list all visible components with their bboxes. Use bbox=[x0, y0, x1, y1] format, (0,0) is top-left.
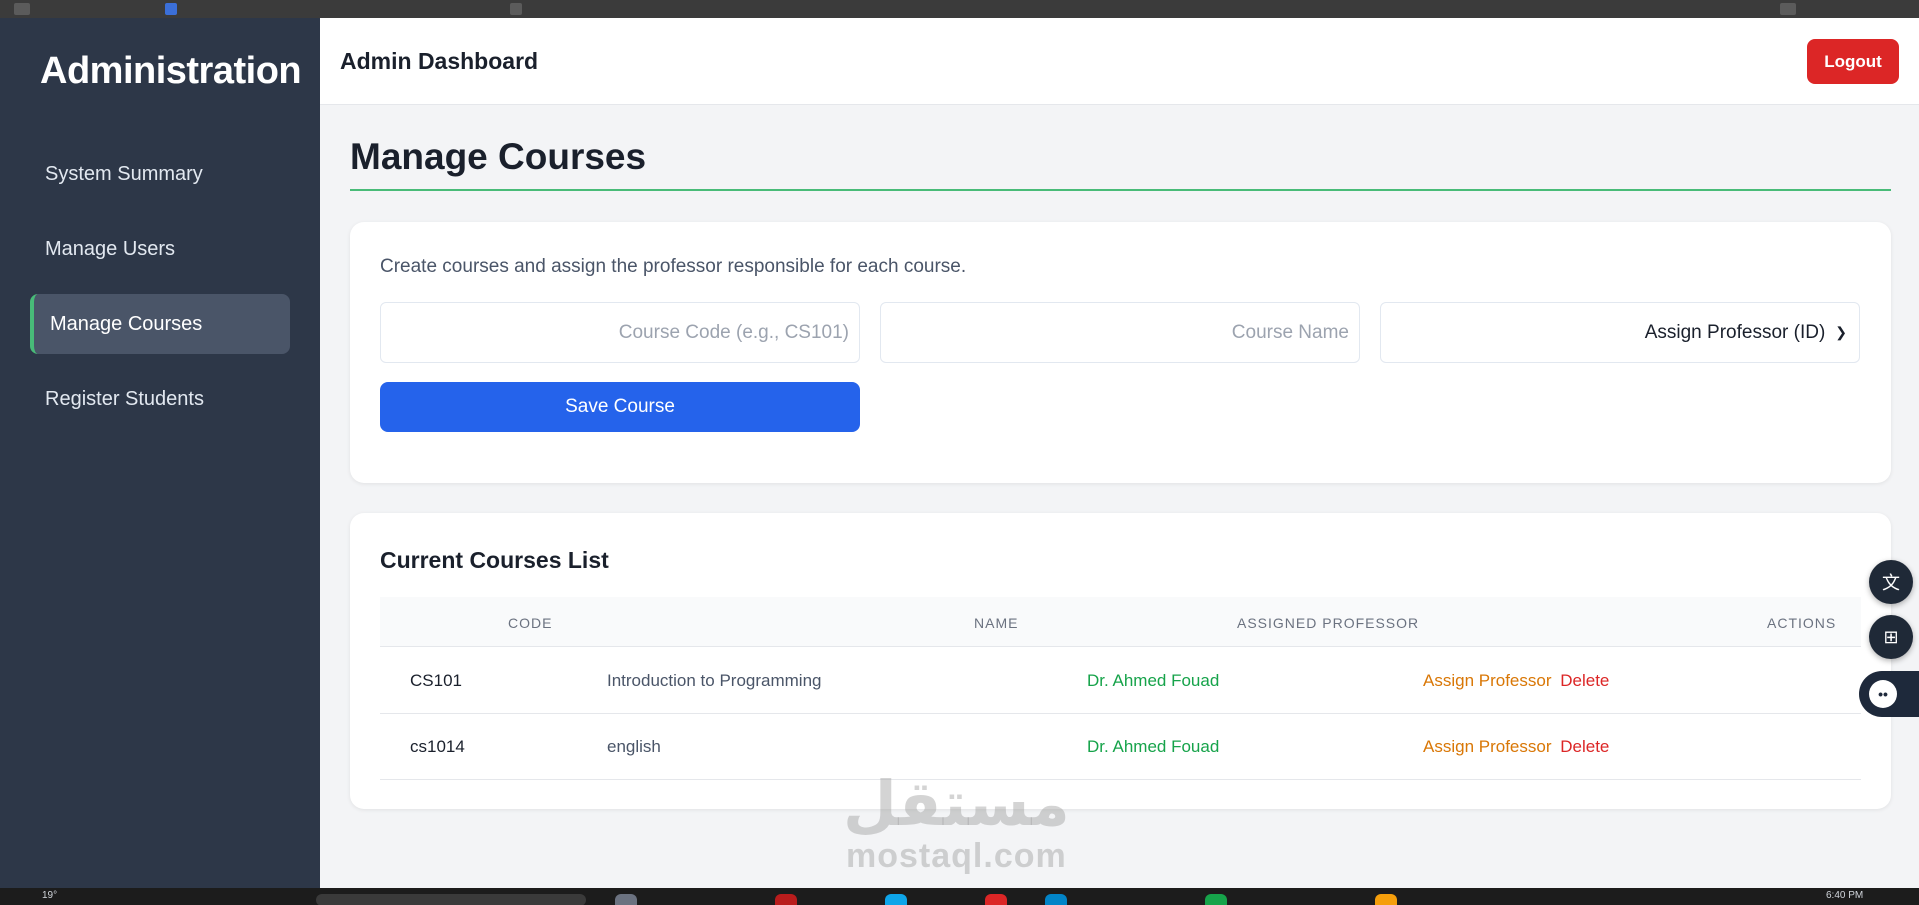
taskbar-search[interactable] bbox=[316, 894, 586, 905]
actions-cell: Assign Professor Delete bbox=[1423, 671, 1609, 691]
table-row: CS101 Introduction to Programming Dr. Ah… bbox=[380, 648, 1861, 714]
assign-professor-select-value: Assign Professor (ID) bbox=[1644, 321, 1826, 343]
sidebar-brand: Administration bbox=[40, 50, 302, 92]
taskbar-clock: 6:40 PM bbox=[1826, 890, 1864, 901]
watermark: مستقل mostaql.com bbox=[843, 767, 1070, 875]
assigned-professor-cell: Dr. Ahmed Fouad bbox=[1087, 671, 1220, 690]
courses-list-title: Current Courses List bbox=[380, 547, 609, 573]
taskbar-app-icon[interactable] bbox=[1045, 894, 1067, 905]
course-code-cell: CS101 bbox=[410, 671, 462, 690]
taskbar-app-icon[interactable] bbox=[775, 894, 797, 905]
table-row: cs1014 english Dr. Ahmed Fouad Assign Pr… bbox=[380, 714, 1861, 780]
taskbar-app-icon[interactable] bbox=[1205, 894, 1227, 905]
save-course-button[interactable]: Save Course bbox=[380, 382, 860, 432]
sidebar: Administration System Summary Manage Use… bbox=[0, 18, 320, 888]
logout-button[interactable]: Logout bbox=[1807, 39, 1899, 84]
form-description: Create courses and assign the professor … bbox=[380, 256, 967, 277]
column-header-assigned-professor: ASSIGNED PROFESSOR bbox=[1237, 615, 1420, 631]
sidebar-item-system-summary[interactable]: System Summary bbox=[30, 144, 290, 204]
apps-icon[interactable]: ⊞ bbox=[1869, 615, 1913, 659]
taskbar-app-icon[interactable] bbox=[1375, 894, 1397, 905]
course-code-cell: cs1014 bbox=[410, 737, 465, 756]
watermark-latin: mostaql.com bbox=[846, 837, 1067, 875]
courses-table-header: CODE NAME ASSIGNED PROFESSOR ACTIONS bbox=[380, 597, 1861, 647]
taskbar-app-icon[interactable] bbox=[615, 894, 637, 905]
course-name-cell: Introduction to Programming bbox=[607, 671, 822, 690]
browser-tab-strip bbox=[0, 0, 1919, 18]
taskbar-app-icon[interactable] bbox=[985, 894, 1007, 905]
taskbar: 19° 6:40 PM bbox=[0, 888, 1919, 905]
delete-course-link[interactable]: Delete bbox=[1560, 671, 1609, 690]
tab-favicon-icon[interactable] bbox=[165, 3, 177, 15]
page-title: Manage Courses bbox=[350, 136, 647, 177]
tab-icon[interactable] bbox=[510, 3, 522, 15]
sidebar-item-manage-users[interactable]: Manage Users bbox=[30, 219, 290, 279]
top-header: Admin Dashboard Logout bbox=[320, 18, 1919, 105]
taskbar-temperature: 19° bbox=[42, 890, 58, 901]
window-menu-icon[interactable] bbox=[14, 3, 30, 15]
extension-icon[interactable] bbox=[1780, 3, 1796, 15]
delete-course-link[interactable]: Delete bbox=[1560, 737, 1609, 756]
course-name-cell: english bbox=[607, 737, 661, 756]
assign-professor-link[interactable]: Assign Professor bbox=[1423, 671, 1552, 690]
assistant-face-icon: •• bbox=[1869, 680, 1897, 708]
header-title: Admin Dashboard bbox=[340, 48, 539, 74]
translate-icon[interactable]: 文 bbox=[1869, 560, 1913, 604]
title-divider bbox=[350, 189, 1891, 191]
courses-list-card: Current Courses List CODE NAME ASSIGNED … bbox=[350, 513, 1891, 809]
assistant-icon[interactable]: •• bbox=[1859, 671, 1919, 717]
column-header-code: CODE bbox=[508, 615, 553, 631]
sidebar-item-register-students[interactable]: Register Students bbox=[30, 369, 290, 429]
course-name-input[interactable] bbox=[880, 302, 1360, 363]
column-header-actions: ACTIONS bbox=[1767, 615, 1837, 631]
assign-professor-link[interactable]: Assign Professor bbox=[1423, 737, 1552, 756]
chevron-down-icon: ❯ bbox=[1835, 324, 1847, 340]
actions-cell: Assign Professor Delete bbox=[1423, 737, 1609, 757]
assign-professor-select[interactable]: Assign Professor (ID) ❯ bbox=[1380, 302, 1860, 363]
watermark-arabic: مستقل bbox=[843, 767, 1070, 840]
sidebar-item-manage-courses[interactable]: Manage Courses bbox=[30, 294, 290, 354]
course-form-card: Create courses and assign the professor … bbox=[350, 222, 1891, 483]
column-header-name: NAME bbox=[974, 615, 1019, 631]
course-code-input[interactable] bbox=[380, 302, 860, 363]
taskbar-app-icon[interactable] bbox=[885, 894, 907, 905]
assigned-professor-cell: Dr. Ahmed Fouad bbox=[1087, 737, 1220, 756]
